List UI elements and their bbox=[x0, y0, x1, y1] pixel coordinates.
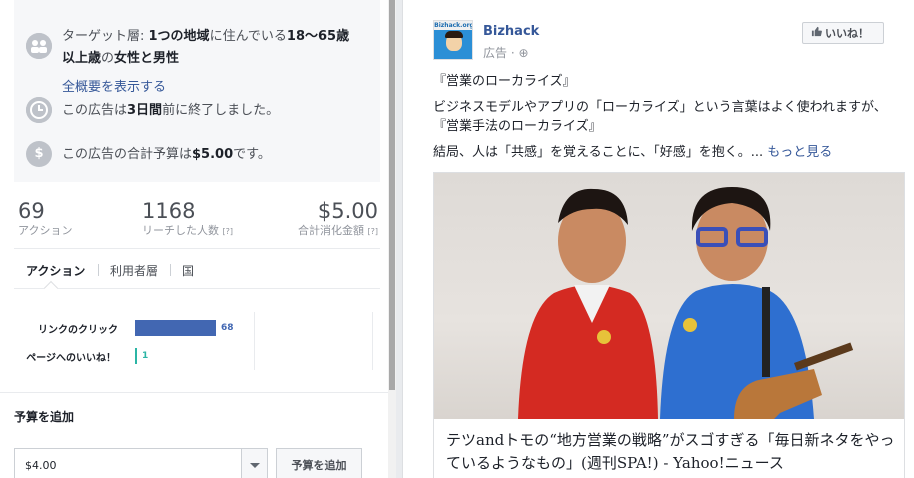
like-page-button[interactable]: いいね！ bbox=[802, 22, 884, 44]
budget-amount-value: $4.00 bbox=[25, 459, 57, 472]
divider bbox=[0, 392, 388, 393]
link-preview-card[interactable]: テツandトモの“地方営業の戦略”がスゴすぎる「毎日新ネタをやっているようなもの… bbox=[433, 172, 905, 478]
ad-stats: 69 アクション 1168 リーチした人数 [?] $5.00 合計消化金額 [… bbox=[18, 198, 378, 246]
stat-total-spent: $5.00 合計消化金額 [?] bbox=[298, 199, 379, 237]
post-text-paragraph: ビジネスモデルやアプリの「ローカライズ」という言葉はよく使われますが、『営業手法… bbox=[433, 100, 887, 134]
help-icon[interactable]: [?] bbox=[223, 227, 234, 236]
active-tab-caret bbox=[43, 280, 59, 296]
scrollbar[interactable] bbox=[388, 0, 396, 478]
chart-gridline bbox=[254, 312, 255, 370]
post-text-line: 『営業のローカライズ』 bbox=[433, 74, 576, 89]
see-more-link[interactable]: もっと見る bbox=[767, 145, 832, 160]
globe-icon: ⊕ bbox=[518, 46, 529, 60]
ad-ended-text: この広告は3日間前に終了しました。 bbox=[62, 103, 280, 118]
page-name-link[interactable]: Bizhack bbox=[483, 24, 539, 39]
chevron-down-icon[interactable] bbox=[241, 449, 267, 478]
bar-value-link-clicks: 68 bbox=[221, 323, 234, 333]
ad-summary-box: ターゲット層: 1つの地域に住んでいる18〜65歳 以上歳の女性と男性 全概要を表… bbox=[14, 0, 380, 182]
link-preview-image[interactable] bbox=[434, 173, 904, 419]
link-preview-title[interactable]: テツandトモの“地方営業の戦略”がスゴすぎる「毎日新ネタをやっているようなもの… bbox=[446, 429, 896, 475]
people-icon bbox=[26, 33, 52, 59]
bar-label-link-clicks: リンクのクリック bbox=[38, 325, 118, 336]
post-text-paragraph: 結局、人は「共感」を覚えることに、「好感」を抱く。... もっと見る bbox=[433, 145, 833, 160]
bar-label-page-likes: ページへのいいね！ bbox=[26, 353, 116, 364]
thumbs-up-icon bbox=[811, 26, 822, 40]
add-budget-button[interactable]: 予算を追加 bbox=[276, 448, 362, 478]
add-budget-title: 予算を追加 bbox=[14, 410, 75, 424]
show-full-summary-link[interactable]: 全概要を表示する bbox=[62, 76, 166, 95]
total-budget-text: この広告の合計予算は$5.00です。 bbox=[62, 147, 271, 162]
clock-icon bbox=[26, 97, 52, 123]
ad-insights-panel: ターゲット層: 1つの地域に住んでいる18〜65歳 以上歳の女性と男性 全概要を表… bbox=[0, 0, 388, 478]
dollar-icon: $ bbox=[26, 141, 52, 167]
bar-page-likes[interactable] bbox=[135, 348, 137, 364]
bar-link-clicks[interactable] bbox=[135, 320, 216, 336]
budget-amount-select[interactable]: $4.00 bbox=[14, 448, 268, 478]
bar-value-page-likes: 1 bbox=[142, 351, 149, 361]
tab-country[interactable]: 国 bbox=[182, 262, 194, 279]
target-audience-text: ターゲット層: 1つの地域に住んでいる18〜65歳 以上歳の女性と男性 bbox=[62, 29, 350, 66]
stat-reach: 1168 リーチした人数 [?] bbox=[142, 199, 234, 237]
stat-actions: 69 アクション bbox=[18, 199, 73, 237]
sponsored-label: 広告 · ⊕ bbox=[483, 46, 529, 60]
tabs-divider bbox=[14, 288, 380, 289]
scrollbar-thumb[interactable] bbox=[389, 0, 395, 390]
tab-demographics[interactable]: 利用者層 bbox=[110, 262, 158, 279]
tab-separator bbox=[170, 264, 171, 276]
tab-separator bbox=[98, 264, 99, 276]
help-icon[interactable]: [?] bbox=[368, 227, 379, 236]
page-avatar[interactable]: Bizhack.org bbox=[433, 20, 473, 60]
tab-actions[interactable]: アクション bbox=[26, 262, 85, 279]
divider bbox=[14, 248, 380, 249]
chart-gridline bbox=[372, 312, 373, 370]
ad-preview: Bizhack.org Bizhack 広告 · ⊕ いいね！ 『営業のローカラ… bbox=[402, 0, 914, 478]
